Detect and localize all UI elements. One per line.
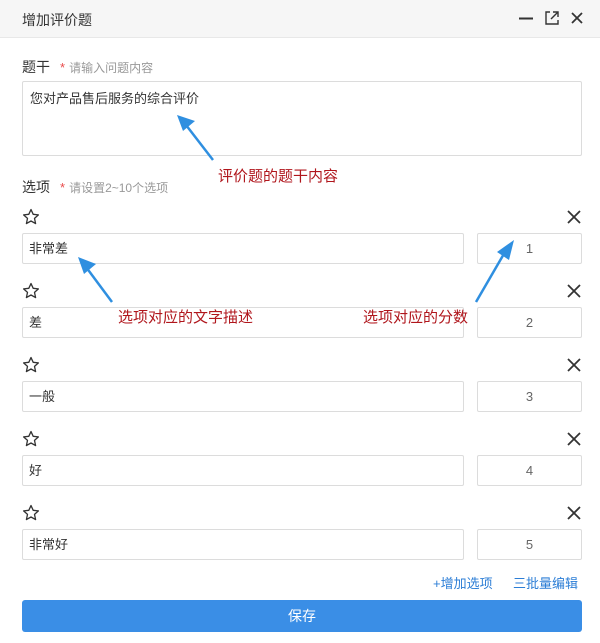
option-score-annotation: 选项对应的分数 xyxy=(363,309,469,326)
star-icon[interactable] xyxy=(22,208,40,226)
save-button[interactable]: 保存 xyxy=(22,600,582,632)
required-mark: * xyxy=(60,180,66,195)
option-text-input[interactable]: 一般 xyxy=(22,381,464,412)
minimize-icon[interactable] xyxy=(517,9,535,27)
maximize-icon[interactable] xyxy=(543,9,561,27)
options-label-row: 选项 * 请设置2~10个选项 xyxy=(22,177,168,197)
star-icon[interactable] xyxy=(22,430,40,448)
option-row: 非常好 5 xyxy=(22,504,582,570)
option-row: 一般 3 xyxy=(22,356,582,422)
star-icon[interactable] xyxy=(22,356,40,374)
option-row: 好 4 xyxy=(22,430,582,496)
options-hint: 请设置2~10个选项 xyxy=(69,181,169,195)
option-text-input[interactable]: 好 xyxy=(22,455,464,486)
option-score-input[interactable]: 1 xyxy=(477,233,582,264)
close-icon[interactable] xyxy=(568,9,586,27)
option-score-input[interactable]: 3 xyxy=(477,381,582,412)
option-text-input[interactable]: 非常好 xyxy=(22,529,464,560)
batch-edit-link[interactable]: 三批量编辑 xyxy=(513,573,578,592)
star-icon[interactable] xyxy=(22,282,40,300)
option-score-input[interactable]: 4 xyxy=(477,455,582,486)
stem-label: 题干 xyxy=(22,59,50,75)
dialog-header: 增加评价题 xyxy=(0,0,600,38)
stem-hint: 请输入问题内容 xyxy=(69,61,154,75)
add-option-link[interactable]: +增加选项 xyxy=(433,573,493,592)
option-row: 非常差 1 xyxy=(22,208,582,274)
option-row: 差 2 xyxy=(22,282,582,348)
option-score-input[interactable]: 5 xyxy=(477,529,582,560)
delete-option-icon[interactable] xyxy=(566,283,582,299)
delete-option-icon[interactable] xyxy=(566,357,582,373)
delete-option-icon[interactable] xyxy=(566,431,582,447)
options-label: 选项 xyxy=(22,179,50,195)
star-icon[interactable] xyxy=(22,504,40,522)
stem-annotation: 评价题的题干内容 xyxy=(218,168,339,185)
stem-textarea[interactable]: 您对产品售后服务的综合评价 xyxy=(22,81,582,156)
delete-option-icon[interactable] xyxy=(566,505,582,521)
delete-option-icon[interactable] xyxy=(566,209,582,225)
option-text-annotation: 选项对应的文字描述 xyxy=(118,309,254,326)
dialog-title: 增加评价题 xyxy=(22,12,92,28)
option-score-input[interactable]: 2 xyxy=(477,307,582,338)
add-rating-question-dialog: 增加评价题 题干 * 请输入问题内容 您对产品售后服务的综合评价 选项 * 请设置2~1… xyxy=(0,0,600,643)
option-text-input[interactable]: 非常差 xyxy=(22,233,464,264)
required-mark: * xyxy=(60,60,66,75)
stem-label-row: 题干 * 请输入问题内容 xyxy=(22,57,153,77)
